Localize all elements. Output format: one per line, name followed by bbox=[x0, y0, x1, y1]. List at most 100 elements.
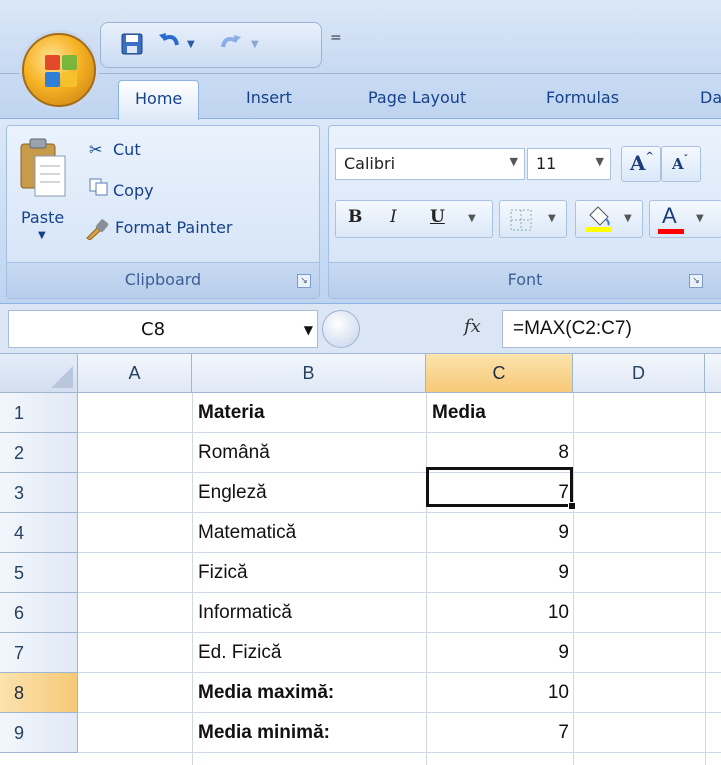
grow-font-button[interactable]: A^ bbox=[621, 146, 661, 182]
grow-font-icon: A bbox=[630, 151, 646, 175]
row-header-5[interactable]: 5 bbox=[0, 553, 78, 593]
paste-button[interactable]: Paste ▼ bbox=[7, 126, 85, 256]
worksheet-grid[interactable]: A B C D 1 Materia Media 2 Română 8 3 Engleză 7 4 M… bbox=[0, 354, 721, 765]
italic-button[interactable]: I bbox=[390, 207, 397, 227]
cell-b9[interactable]: Media minimă: bbox=[192, 713, 426, 753]
customize-quick-access-icon[interactable]: = bbox=[330, 30, 342, 46]
row-header-3[interactable]: 3 bbox=[0, 473, 78, 513]
font-color-button[interactable]: A ▼ bbox=[649, 200, 721, 238]
column-header-a[interactable]: A bbox=[78, 354, 192, 393]
cell-c4[interactable]: 9 bbox=[426, 513, 573, 553]
column-header-partial[interactable] bbox=[705, 354, 721, 393]
redo-icon[interactable] bbox=[219, 33, 243, 59]
cell-b5[interactable]: Fizică bbox=[192, 553, 426, 593]
shrink-font-icon: A bbox=[672, 155, 684, 173]
copy-label: Copy bbox=[113, 181, 154, 200]
cell-c8[interactable]: 10 bbox=[426, 673, 573, 713]
tab-page-layout[interactable]: Page Layout bbox=[368, 88, 466, 107]
office-logo-icon bbox=[45, 55, 77, 87]
cell-b1[interactable]: Materia bbox=[192, 393, 426, 433]
row-header-6[interactable]: 6 bbox=[0, 593, 78, 633]
row-header-1[interactable]: 1 bbox=[0, 393, 78, 433]
font-name-dropdown-icon: ▼ bbox=[509, 155, 518, 168]
fill-handle[interactable] bbox=[568, 502, 576, 510]
cell-c9[interactable]: 7 bbox=[426, 713, 573, 753]
redo-dropdown-icon[interactable]: ▼ bbox=[251, 39, 259, 50]
cut-button[interactable]: ✂ Cut bbox=[89, 140, 141, 159]
formula-bar-resize-handle[interactable] bbox=[322, 310, 360, 348]
row-header-8[interactable]: 8 bbox=[0, 673, 78, 713]
select-all-button[interactable] bbox=[0, 354, 78, 393]
font-color-swatch bbox=[658, 229, 684, 234]
font-group-label: Font ↘ bbox=[329, 262, 721, 298]
shrink-font-button[interactable]: Aˇ bbox=[661, 146, 701, 182]
paste-dropdown-icon[interactable]: ▼ bbox=[38, 230, 46, 241]
underline-dropdown-icon[interactable]: ▼ bbox=[468, 213, 476, 224]
tab-home[interactable]: Home bbox=[118, 80, 200, 120]
undo-dropdown-icon[interactable]: ▼ bbox=[187, 39, 195, 50]
row-header-2[interactable]: 2 bbox=[0, 433, 78, 473]
tab-formulas[interactable]: Formulas bbox=[546, 88, 619, 107]
cell-c5[interactable]: 9 bbox=[426, 553, 573, 593]
name-box-dropdown-icon[interactable]: ▼ bbox=[304, 323, 313, 337]
cell-c6[interactable]: 10 bbox=[426, 593, 573, 633]
fill-color-button[interactable]: ▼ bbox=[575, 200, 643, 238]
font-size-dropdown-icon: ▼ bbox=[595, 155, 604, 168]
name-box[interactable]: C8 ▼ bbox=[8, 310, 318, 348]
cell-b7[interactable]: Ed. Fizică bbox=[192, 633, 426, 673]
font-group: Calibri ▼ 11 ▼ A^ Aˇ B I U ▼ ▼ ▼ A ▼ Fon… bbox=[328, 125, 721, 299]
cell-b2[interactable]: Română bbox=[192, 433, 426, 473]
tab-data[interactable]: Da bbox=[700, 88, 721, 107]
row-header-7[interactable]: 7 bbox=[0, 633, 78, 673]
select-all-icon bbox=[51, 366, 73, 388]
font-name-value: Calibri bbox=[344, 154, 396, 173]
save-icon[interactable] bbox=[121, 33, 143, 59]
paint-bucket-icon bbox=[586, 206, 612, 232]
tab-insert[interactable]: Insert bbox=[246, 88, 292, 107]
borders-icon bbox=[510, 209, 532, 231]
font-name-combo[interactable]: Calibri ▼ bbox=[335, 148, 525, 180]
quick-access-toolbar: ▼ ▼ bbox=[100, 22, 322, 68]
cell-c7[interactable]: 9 bbox=[426, 633, 573, 673]
cell-b6[interactable]: Informatică bbox=[192, 593, 426, 633]
fill-color-dropdown-icon[interactable]: ▼ bbox=[624, 213, 632, 224]
font-color-icon: A bbox=[662, 203, 677, 228]
active-cell-c8[interactable] bbox=[426, 467, 573, 507]
font-size-value: 11 bbox=[536, 154, 557, 173]
borders-dropdown-icon[interactable]: ▼ bbox=[548, 213, 556, 224]
grid-line bbox=[705, 393, 706, 765]
copy-button[interactable]: Copy bbox=[89, 178, 154, 200]
formula-bar: C8 ▼ fx =MAX(C2:C7) bbox=[0, 304, 721, 354]
ribbon: Paste ▼ ✂ Cut Copy Format Painter Clipboa… bbox=[0, 118, 721, 304]
bold-button[interactable]: B bbox=[348, 207, 362, 227]
clipboard-dialog-launcher-icon[interactable]: ↘ bbox=[297, 274, 311, 288]
cell-b3[interactable]: Engleză bbox=[192, 473, 426, 513]
cell-b4[interactable]: Matematică bbox=[192, 513, 426, 553]
font-size-combo[interactable]: 11 ▼ bbox=[527, 148, 611, 180]
column-header-d[interactable]: D bbox=[573, 354, 705, 393]
clipboard-group-label: Clipboard ↘ bbox=[7, 262, 319, 298]
underline-button[interactable]: U bbox=[430, 207, 445, 227]
font-color-dropdown-icon[interactable]: ▼ bbox=[696, 213, 704, 224]
insert-function-button[interactable]: fx bbox=[464, 316, 481, 337]
borders-button[interactable]: ▼ bbox=[499, 200, 567, 238]
column-header-c[interactable]: C bbox=[426, 354, 573, 393]
format-painter-button[interactable]: Format Painter bbox=[86, 218, 232, 241]
row-header-4[interactable]: 4 bbox=[0, 513, 78, 553]
office-button[interactable] bbox=[22, 33, 96, 107]
formula-input[interactable]: =MAX(C2:C7) bbox=[502, 310, 721, 348]
cut-label: Cut bbox=[113, 140, 141, 159]
undo-icon[interactable] bbox=[157, 31, 183, 59]
copy-icon bbox=[89, 178, 113, 200]
font-dialog-launcher-icon[interactable]: ↘ bbox=[689, 274, 703, 288]
cell-c1[interactable]: Media bbox=[426, 393, 573, 433]
column-header-b[interactable]: B bbox=[192, 354, 426, 393]
row-header-9[interactable]: 9 bbox=[0, 713, 78, 753]
cell-b8[interactable]: Media maximă: bbox=[192, 673, 426, 713]
clipboard-group: Paste ▼ ✂ Cut Copy Format Painter Clipboa… bbox=[6, 125, 320, 299]
grid-line bbox=[573, 393, 574, 765]
paintbrush-icon bbox=[85, 218, 109, 244]
paste-label: Paste bbox=[21, 208, 65, 227]
scissors-icon: ✂ bbox=[89, 140, 103, 159]
font-format-toolbar: B I U ▼ bbox=[335, 200, 493, 238]
